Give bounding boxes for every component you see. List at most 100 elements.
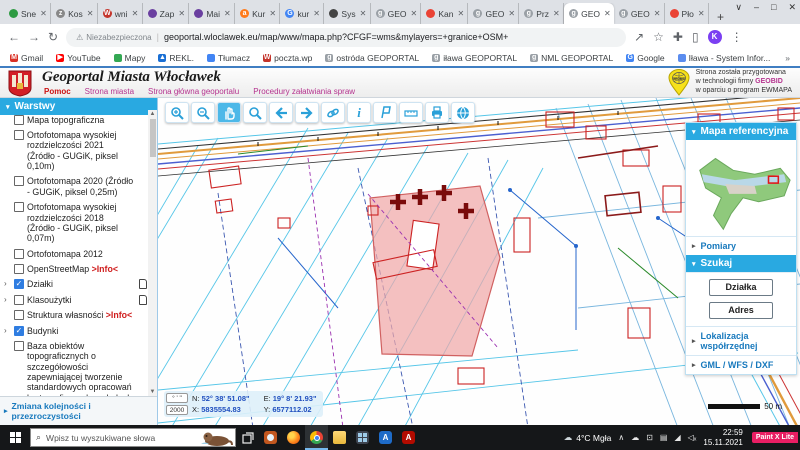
url-input[interactable]: ⚠Niezabezpieczona | geoportal.wloclawek.… <box>66 28 626 47</box>
tab-close-icon[interactable]: ✕ <box>360 9 367 18</box>
legend-document-icon[interactable] <box>139 279 147 289</box>
layer-checkbox[interactable] <box>14 249 24 259</box>
expand-icon[interactable]: › <box>4 279 11 288</box>
tray-app-icon[interactable]: ⊡ <box>646 433 653 442</box>
writer-app-icon[interactable]: A <box>374 425 397 450</box>
tab-close-icon[interactable]: ✕ <box>269 9 276 18</box>
paint-x-lite-badge[interactable]: Paint X Lite <box>752 432 798 443</box>
reload-icon[interactable]: ↻ <box>48 30 58 44</box>
dzialka-button[interactable]: Działka <box>709 279 773 296</box>
bookmark-item[interactable]: Mapy <box>114 53 146 63</box>
tab-close-icon[interactable]: ✕ <box>508 9 515 18</box>
layer-info-link[interactable]: >Info< <box>106 310 132 320</box>
bookmark-item[interactable]: ▲ REKL. <box>158 53 194 63</box>
tab-close-icon[interactable]: ✕ <box>224 9 231 18</box>
section-mapa-referencyjna[interactable]: ▾Mapa referencyjna <box>686 123 796 140</box>
browser-tab[interactable]: g GEO ✕ <box>564 3 614 24</box>
adres-button[interactable]: Adres <box>709 302 773 319</box>
tray-expand-icon[interactable]: ∧ <box>618 433 624 442</box>
profile-avatar[interactable]: K <box>708 30 722 44</box>
taskbar-search-input[interactable]: ⌕ Wpisz tu wyszukiwane słowa <box>30 428 236 447</box>
layer-checkbox[interactable] <box>14 341 24 351</box>
scroll-up-icon[interactable]: ▲ <box>148 111 157 117</box>
layer-order-link[interactable]: ▸Zmiana kolejności i przezroczystości <box>0 396 157 425</box>
browser-tab[interactable]: Sne ✕ <box>4 3 51 24</box>
section-szukaj[interactable]: ▾Szukaj <box>686 255 796 272</box>
bookmark-item[interactable]: Tłumacz <box>207 53 250 63</box>
browser-tab[interactable]: g GEO ✕ <box>614 3 665 24</box>
browser-tab[interactable]: g GEO ✕ <box>468 3 519 24</box>
start-button[interactable] <box>0 425 30 450</box>
layer-checkbox[interactable] <box>14 202 24 212</box>
epsg2000-format-button[interactable]: 2000 <box>166 405 188 415</box>
section-gml-wfs-dxf[interactable]: ▸GML / WFS / DXF <box>686 355 796 374</box>
back-icon[interactable]: ← <box>8 30 20 44</box>
zoom-window-button[interactable] <box>243 102 267 123</box>
tab-close-icon[interactable]: ✕ <box>87 9 94 18</box>
menu-strona-glowna[interactable]: Strona główna geoportalu <box>148 87 239 96</box>
browser-tab[interactable]: Zap ✕ <box>143 3 190 24</box>
bookmark-item[interactable]: g ostróda GEOPORTAL <box>325 53 419 63</box>
layer-list-scrollbar[interactable]: ▲ ▼ <box>148 110 157 396</box>
map-canvas[interactable]: i ° ' " 2000 N: 52° 38' 51.08" E: 19° 8'… <box>158 98 800 425</box>
menu-strona-miasta[interactable]: Strona miasta <box>85 87 134 96</box>
menu-procedury[interactable]: Procedury załatwiania spraw <box>253 87 355 96</box>
firefox-app-icon[interactable] <box>282 425 305 450</box>
scrollbar-thumb[interactable] <box>150 119 156 157</box>
info-button[interactable]: i <box>347 102 371 123</box>
browser-tab[interactable]: z Kos ✕ <box>51 3 98 24</box>
extensions-icon[interactable]: ✚ <box>673 30 683 44</box>
bookmark-item[interactable]: Iława - System Infor... <box>678 53 771 63</box>
calculator-app-icon[interactable] <box>351 425 374 450</box>
browser-tab[interactable]: Sys ✕ <box>324 3 370 24</box>
bookmark-item[interactable]: g iława GEOPORTAL <box>432 53 517 63</box>
pan-tool-button[interactable] <box>217 102 241 123</box>
layer-checkbox[interactable] <box>14 176 24 186</box>
browser-tab[interactable]: G kur ✕ <box>280 3 324 24</box>
chrome-menu-icon[interactable]: ⋮ <box>731 30 743 44</box>
maximize-button[interactable]: □ <box>771 2 776 13</box>
bookmark-item[interactable]: g NML GEOPORTAL <box>530 53 613 63</box>
link-button[interactable] <box>321 102 345 123</box>
layer-checkbox[interactable] <box>14 310 24 320</box>
not-secure-warning[interactable]: ⚠Niezabezpieczona <box>76 33 152 42</box>
taskbar-clock[interactable]: 22:59 15.11.2021 <box>703 428 742 447</box>
side-panel-icon[interactable]: ▯ <box>692 30 699 44</box>
tab-close-icon[interactable]: ✕ <box>604 9 611 18</box>
tab-close-icon[interactable]: ✕ <box>457 9 464 18</box>
chrome-app-icon[interactable] <box>305 425 328 450</box>
section-lokalizacja[interactable]: ▸Lokalizacja współrzędnej <box>686 326 796 355</box>
bookmark-item[interactable]: W poczta.wp <box>263 53 312 63</box>
expand-icon[interactable]: › <box>4 326 11 335</box>
next-view-button[interactable] <box>295 102 319 123</box>
tab-close-icon[interactable]: ✕ <box>313 9 320 18</box>
menu-pomoc[interactable]: Pomoc <box>44 87 71 96</box>
browser-tab[interactable]: W wni ✕ <box>98 3 143 24</box>
tray-folder-icon[interactable]: ▤ <box>660 433 668 442</box>
close-button[interactable]: ✕ <box>788 2 796 13</box>
tab-close-icon[interactable]: ✕ <box>178 9 185 18</box>
expand-icon[interactable]: › <box>4 295 11 304</box>
layer-checkbox[interactable]: ✓ <box>14 326 24 336</box>
network-icon[interactable]: ◢ <box>674 433 680 442</box>
volume-muted-icon[interactable]: ◁ₓ <box>688 433 697 442</box>
scroll-down-icon[interactable]: ▼ <box>148 389 157 395</box>
browser-tab[interactable]: g Prz ✕ <box>519 3 564 24</box>
overview-globe-button[interactable] <box>451 102 475 123</box>
onedrive-icon[interactable]: ☁ <box>631 433 639 442</box>
bookmark-item[interactable]: M Gmail <box>10 53 43 63</box>
browser-tab[interactable]: g GEO ✕ <box>371 3 422 24</box>
tab-close-icon[interactable]: ✕ <box>553 9 560 18</box>
share-icon[interactable]: ↗ <box>634 30 644 44</box>
tab-close-icon[interactable]: ✕ <box>40 9 47 18</box>
layer-checkbox[interactable] <box>14 130 24 140</box>
paint3d-app-icon[interactable] <box>259 425 282 450</box>
previous-view-button[interactable] <box>269 102 293 123</box>
tab-search-icon[interactable]: ∨ <box>735 2 742 13</box>
search-highlight-image[interactable] <box>199 430 233 446</box>
tab-close-icon[interactable]: ✕ <box>132 9 139 18</box>
layer-checkbox[interactable]: ✓ <box>14 279 24 289</box>
print-button[interactable] <box>425 102 449 123</box>
section-pomiary[interactable]: ▸Pomiary <box>686 236 796 255</box>
tab-close-icon[interactable]: ✕ <box>411 9 418 18</box>
